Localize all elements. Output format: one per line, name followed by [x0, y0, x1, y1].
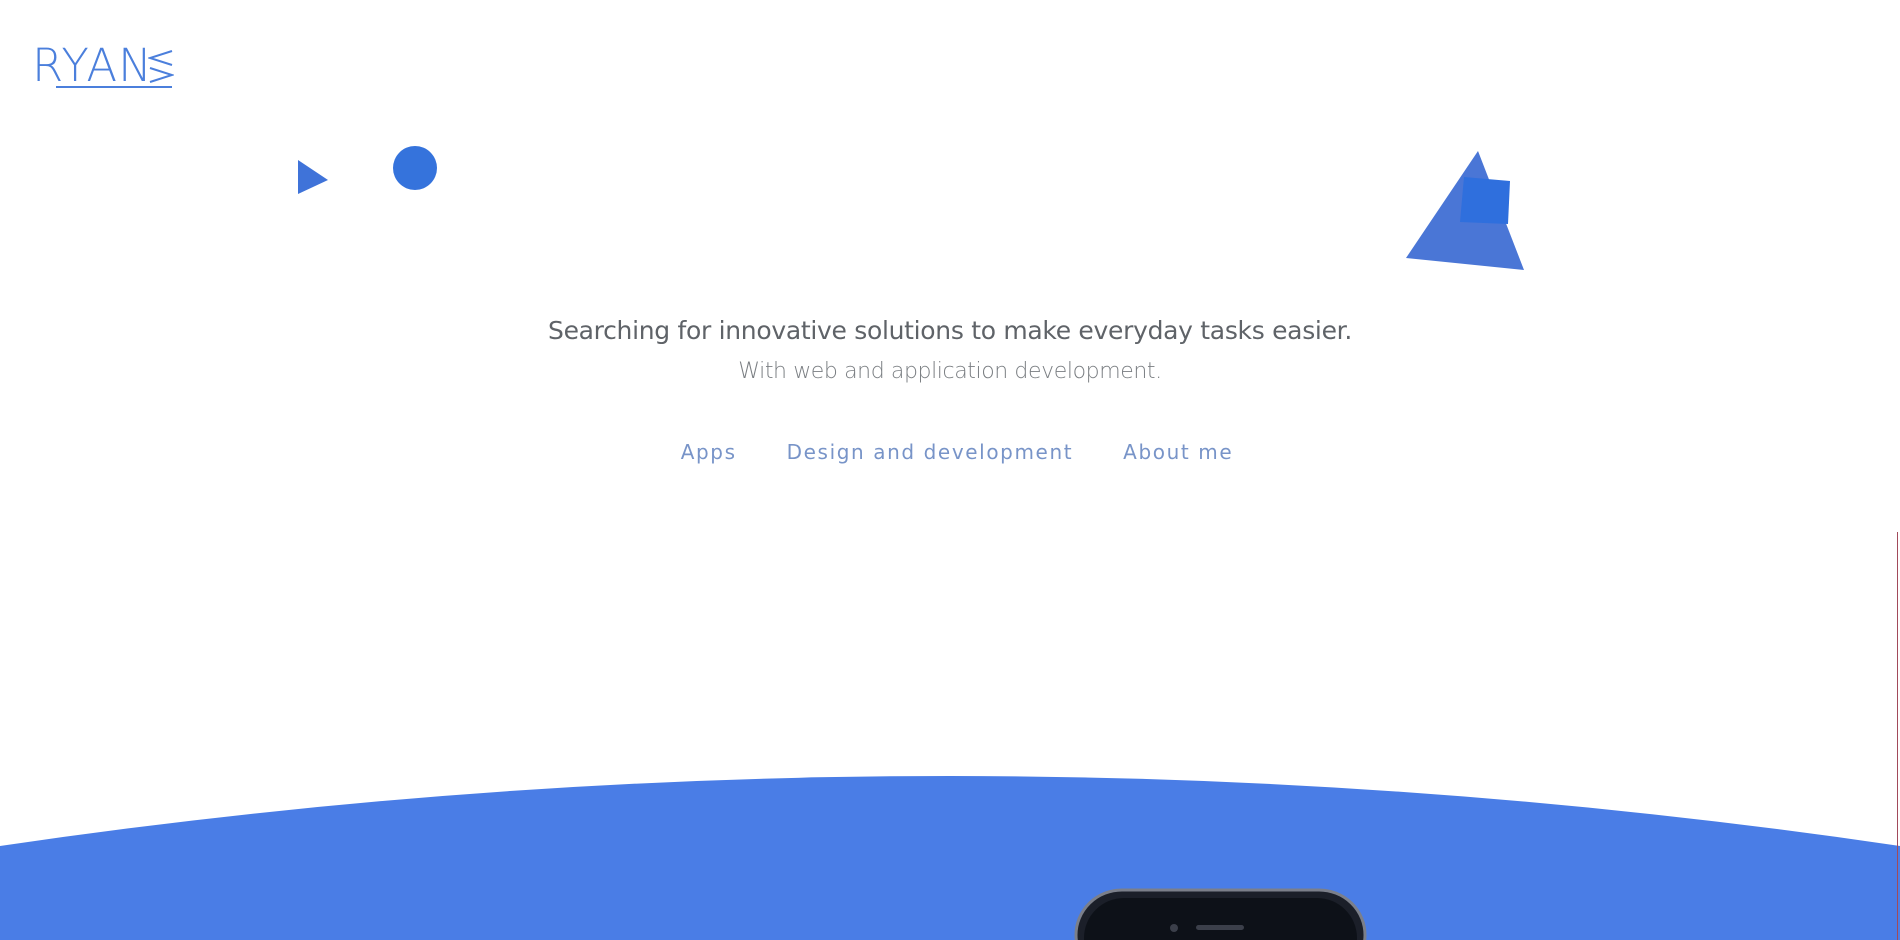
logo-underline: [56, 86, 172, 88]
blue-arc-section: [0, 776, 1900, 940]
hero-subheadline: With web and application development.: [738, 359, 1162, 384]
nav-link-design-and-development[interactable]: Design and development: [787, 440, 1074, 464]
site-logo[interactable]: RYAN: [32, 42, 174, 90]
small-triangle-icon: [298, 160, 328, 194]
nav-link-about-me[interactable]: About me: [1123, 440, 1233, 464]
edge-line: [1897, 532, 1898, 940]
page: RYAN Searching for innovative solutions …: [0, 0, 1900, 940]
circle-icon: [393, 146, 437, 190]
logo-text: RYAN: [32, 39, 153, 92]
square-icon: [1460, 177, 1510, 224]
logo-mark-icon: [148, 50, 174, 83]
main-nav: Apps Design and development About me: [0, 440, 1900, 464]
nav-link-apps[interactable]: Apps: [681, 440, 737, 464]
phone-mockup-icon: [1074, 888, 1367, 940]
hero-headline: Searching for innovative solutions to ma…: [548, 316, 1352, 345]
